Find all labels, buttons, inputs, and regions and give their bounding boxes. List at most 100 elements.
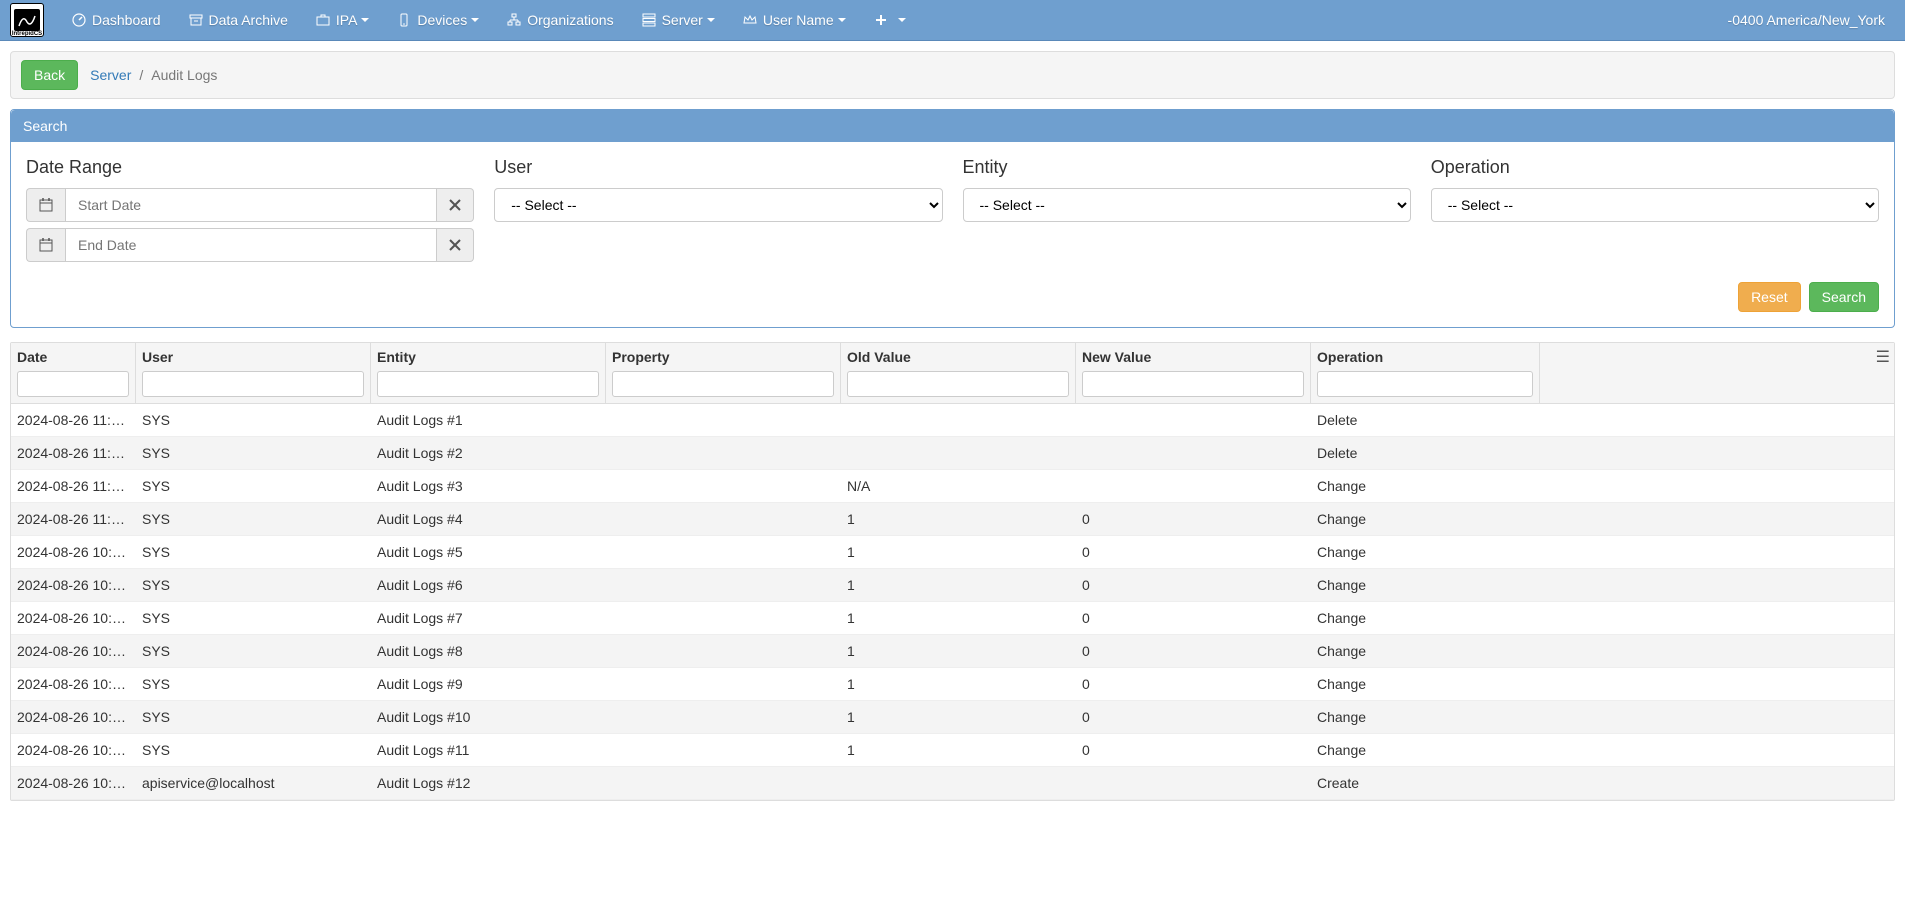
nav-item-label: Data Archive xyxy=(209,12,288,28)
cell-operation: Change xyxy=(1311,635,1540,667)
table-row[interactable]: 2024-08-26 11:01:01SYSAudit Logs #2Delet… xyxy=(11,437,1894,470)
nav-item-devices[interactable]: Devices xyxy=(383,0,493,41)
cell-newvalue: 0 xyxy=(1076,701,1311,733)
cell-operation: Change xyxy=(1311,536,1540,568)
cell-date: 2024-08-26 11:01:01 xyxy=(11,470,136,502)
cell-property xyxy=(606,569,841,601)
cell-newvalue: 0 xyxy=(1076,536,1311,568)
nav-item-organizations[interactable]: Organizations xyxy=(493,0,627,41)
breadcrumb-server[interactable]: Server xyxy=(90,67,131,83)
cell-user: SYS xyxy=(136,668,371,700)
calendar-icon[interactable] xyxy=(26,188,65,222)
cell-entity: Audit Logs #8 xyxy=(371,635,606,667)
caret-icon xyxy=(471,18,479,22)
start-date-input[interactable] xyxy=(65,188,437,222)
cell-user: SYS xyxy=(136,503,371,535)
nav-item-dashboard[interactable]: Dashboard xyxy=(58,0,175,41)
filter-property-input[interactable] xyxy=(612,371,834,397)
filter-newvalue-input[interactable] xyxy=(1082,371,1304,397)
nav-item-label: Organizations xyxy=(527,12,613,28)
cell-user: SYS xyxy=(136,437,371,469)
user-select[interactable]: -- Select -- xyxy=(494,188,942,222)
date-range-label: Date Range xyxy=(26,157,474,178)
reset-button[interactable]: Reset xyxy=(1738,282,1801,312)
back-button[interactable]: Back xyxy=(21,60,78,90)
nav-item-plus[interactable] xyxy=(860,0,920,41)
cell-oldvalue: N/A xyxy=(841,470,1076,502)
search-button[interactable]: Search xyxy=(1809,282,1879,312)
filter-operation-input[interactable] xyxy=(1317,371,1533,397)
cell-operation: Delete xyxy=(1311,437,1540,469)
col-header-user[interactable]: User xyxy=(142,349,364,365)
cell-oldvalue: 1 xyxy=(841,536,1076,568)
table-row[interactable]: 2024-08-26 10:25:14apiservice@localhostA… xyxy=(11,767,1894,800)
nav-item-data-archive[interactable]: Data Archive xyxy=(175,0,302,41)
nav-item-label: IPA xyxy=(336,12,358,28)
filter-date-input[interactable] xyxy=(17,371,129,397)
breadcrumb-current: Audit Logs xyxy=(151,67,217,83)
table-row[interactable]: 2024-08-26 10:30:30SYSAudit Logs #1010Ch… xyxy=(11,701,1894,734)
plus-icon xyxy=(874,13,888,27)
cell-newvalue xyxy=(1076,470,1311,502)
cell-property xyxy=(606,404,841,436)
search-panel-heading: Search xyxy=(11,110,1894,142)
cell-operation: Change xyxy=(1311,602,1540,634)
cell-operation: Change xyxy=(1311,734,1540,766)
cell-oldvalue xyxy=(841,404,1076,436)
filter-entity-input[interactable] xyxy=(377,371,599,397)
col-header-property[interactable]: Property xyxy=(612,349,834,365)
cell-operation: Delete xyxy=(1311,404,1540,436)
cell-date: 2024-08-26 10:40:15 xyxy=(11,635,136,667)
cell-entity: Audit Logs #1 xyxy=(371,404,606,436)
cell-operation: Change xyxy=(1311,668,1540,700)
entity-label: Entity xyxy=(963,157,1411,178)
cell-oldvalue: 1 xyxy=(841,635,1076,667)
cell-user: SYS xyxy=(136,536,371,568)
table-row[interactable]: 2024-08-26 10:40:15SYSAudit Logs #810Cha… xyxy=(11,635,1894,668)
col-header-newvalue[interactable]: New Value xyxy=(1082,349,1304,365)
archive-icon xyxy=(189,13,203,27)
cell-property xyxy=(606,437,841,469)
clear-end-date-icon[interactable] xyxy=(437,228,474,262)
col-header-date[interactable]: Date xyxy=(17,349,129,365)
table-row[interactable]: 2024-08-26 10:50:01SYSAudit Logs #610Cha… xyxy=(11,569,1894,602)
col-header-entity[interactable]: Entity xyxy=(377,349,599,365)
clear-start-date-icon[interactable] xyxy=(437,188,474,222)
table-row[interactable]: 2024-08-26 11:01:01SYSAudit Logs #1 Delet… xyxy=(11,404,1894,437)
table-row[interactable]: 2024-08-26 10:35:03SYSAudit Logs #910Cha… xyxy=(11,668,1894,701)
cell-oldvalue xyxy=(841,767,1076,799)
table-row[interactable]: 2024-08-26 10:55:09SYSAudit Logs #510Cha… xyxy=(11,536,1894,569)
cell-date: 2024-08-26 11:01:01 xyxy=(11,404,136,436)
cell-operation: Change xyxy=(1311,569,1540,601)
col-header-operation[interactable]: Operation xyxy=(1317,349,1533,365)
user-label: User xyxy=(494,157,942,178)
cell-date: 2024-08-26 10:25:20 xyxy=(11,734,136,766)
filter-oldvalue-input[interactable] xyxy=(847,371,1069,397)
cell-property xyxy=(606,701,841,733)
calendar-icon[interactable] xyxy=(26,228,65,262)
cell-date: 2024-08-26 10:45:25 xyxy=(11,602,136,634)
table-row[interactable]: 2024-08-26 10:25:20SYSAudit Logs #1110Ch… xyxy=(11,734,1894,767)
filter-user-input[interactable] xyxy=(142,371,364,397)
breadcrumb: Server / Audit Logs xyxy=(90,67,217,83)
start-date-group xyxy=(26,188,474,222)
table-row[interactable]: 2024-08-26 11:01:01SYSAudit Logs #3N/ACh… xyxy=(11,470,1894,503)
nav-item-server[interactable]: Server xyxy=(628,0,729,41)
entity-select[interactable]: -- Select -- xyxy=(963,188,1411,222)
col-header-oldvalue[interactable]: Old Value xyxy=(847,349,1069,365)
org-icon xyxy=(507,13,521,27)
table-row[interactable]: 2024-08-26 10:45:25SYSAudit Logs #710Cha… xyxy=(11,602,1894,635)
end-date-input[interactable] xyxy=(65,228,437,262)
gauge-icon xyxy=(72,13,86,27)
nav-item-label: User Name xyxy=(763,12,834,28)
operation-select[interactable]: -- Select -- xyxy=(1431,188,1879,222)
caret-icon xyxy=(898,18,906,22)
table-row[interactable]: 2024-08-26 11:00:22SYSAudit Logs #410Cha… xyxy=(11,503,1894,536)
cell-entity: Audit Logs #6 xyxy=(371,569,606,601)
nav-item-ipa[interactable]: IPA xyxy=(302,0,384,41)
grid-menu-icon[interactable]: ☰ xyxy=(1876,347,1890,367)
cell-date: 2024-08-26 10:50:01 xyxy=(11,569,136,601)
logo[interactable]: IntrepidCS xyxy=(10,3,44,37)
cell-user: SYS xyxy=(136,404,371,436)
nav-item-user-name[interactable]: User Name xyxy=(729,0,860,41)
